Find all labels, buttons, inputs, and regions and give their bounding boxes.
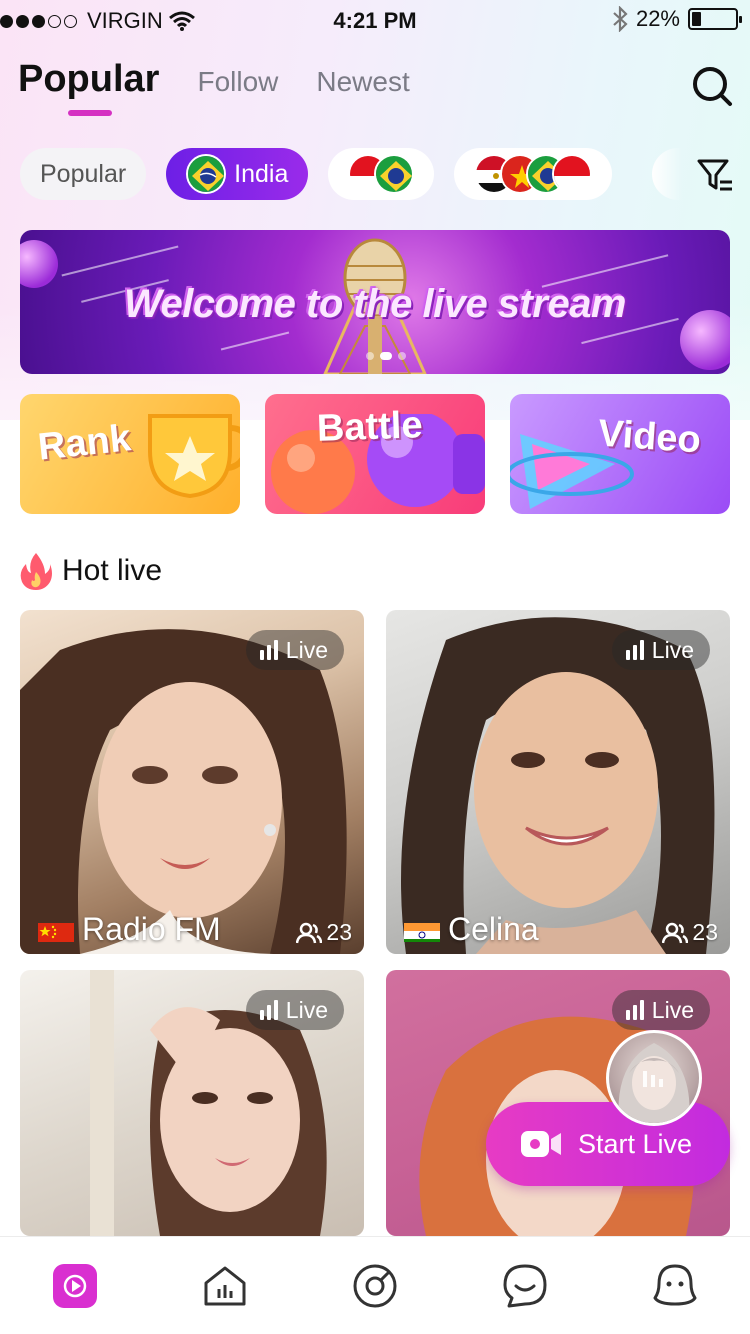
tab-follow[interactable]: Follow — [197, 66, 278, 101]
filter-icon — [697, 159, 732, 191]
filter-button[interactable] — [696, 156, 734, 194]
live-signal-icon — [259, 1000, 278, 1020]
country-filter-row: Popular India — [20, 148, 613, 200]
streamer-name: Radio FM — [82, 911, 221, 947]
viewer-count-value: 23 — [692, 919, 718, 945]
filter-chip-label: Popular — [40, 159, 127, 188]
rank-label: Rank — [36, 417, 133, 469]
discover-icon — [353, 1264, 397, 1307]
video-card[interactable]: Video — [510, 394, 730, 514]
nav-chat[interactable] — [495, 1256, 555, 1316]
nav-profile[interactable] — [645, 1256, 705, 1316]
users-icon — [662, 922, 689, 943]
tab-popular-label: Popular — [18, 58, 160, 100]
start-live-button[interactable]: Start Live — [486, 1102, 730, 1186]
floating-live-avatar[interactable] — [606, 1030, 702, 1126]
bottom-navigation — [0, 1236, 750, 1334]
filter-chip-label: India — [234, 159, 289, 188]
fire-icon — [20, 553, 52, 590]
battery-percent: 22% — [635, 6, 680, 31]
tab-popular[interactable]: Popular — [18, 58, 160, 116]
chat-icon — [503, 1264, 547, 1307]
tab-active-indicator — [68, 110, 112, 116]
home-icon — [204, 1266, 246, 1305]
bluetooth-icon — [613, 6, 628, 32]
card-caption: Radio FM — [38, 911, 221, 948]
live-card-celina[interactable]: Live Celina 23 — [386, 610, 730, 954]
play-icon — [53, 1263, 97, 1308]
live-badge: Live — [245, 990, 344, 1030]
viewer-count: 23 — [296, 919, 352, 946]
top-tabs: Popular Follow Newest — [18, 58, 410, 116]
tab-newest[interactable]: Newest — [316, 66, 409, 101]
filter-chip-group-1[interactable] — [328, 148, 435, 200]
live-badge-label: Live — [651, 636, 694, 663]
live-signal-icon — [625, 640, 644, 660]
battery-icon — [688, 8, 742, 30]
profile-icon — [653, 1264, 697, 1305]
live-badge: Live — [611, 990, 710, 1030]
live-signal-icon — [625, 1000, 644, 1020]
nav-live[interactable] — [45, 1256, 105, 1316]
indonesia-flag-icon — [552, 154, 593, 194]
live-badge-label: Live — [285, 996, 328, 1023]
promo-banner[interactable]: Welcome to the live stream — [20, 230, 730, 374]
battle-card[interactable]: Battle — [265, 394, 485, 514]
filter-chip-india[interactable]: India — [166, 148, 309, 200]
hot-live-header: Hot live — [20, 552, 162, 590]
india-flag-icon — [404, 918, 440, 942]
viewer-count-value: 23 — [326, 919, 352, 945]
live-badge: Live — [611, 630, 710, 670]
start-live-label: Start Live — [578, 1128, 693, 1159]
nav-home[interactable] — [195, 1256, 255, 1316]
status-right: 22% — [612, 6, 742, 32]
live-badge-label: Live — [651, 996, 694, 1023]
video-label: Video — [596, 412, 703, 462]
live-card-radio-fm[interactable]: Live Radio FM 23 — [20, 610, 364, 954]
china-flag-icon — [38, 918, 74, 942]
filter-chip-group-2[interactable] — [454, 148, 613, 200]
live-badge-label: Live — [285, 636, 328, 663]
battle-label: Battle — [316, 404, 424, 450]
search-icon — [693, 67, 732, 106]
banner-pager — [366, 352, 406, 360]
brazil-flag-icon — [186, 154, 227, 194]
card-caption: Celina — [404, 911, 539, 948]
live-badge: Live — [245, 630, 344, 670]
status-bar: VIRGIN 4:21 PM 22% — [0, 0, 750, 40]
streamer-name: Celina — [448, 911, 539, 947]
trophy-icon — [148, 414, 240, 499]
viewer-count: 23 — [662, 919, 718, 946]
avatar-portrait — [618, 1043, 690, 1123]
banner-title: Welcome to the live stream — [124, 282, 627, 326]
nav-discover[interactable] — [345, 1256, 405, 1316]
hot-live-title: Hot live — [62, 554, 163, 587]
search-button[interactable] — [690, 64, 734, 108]
live-signal-icon — [259, 640, 278, 660]
filter-chip-popular[interactable]: Popular — [20, 148, 147, 200]
brazil-flag-icon — [374, 154, 415, 194]
rank-card[interactable]: Rank — [20, 394, 240, 514]
live-card-3[interactable]: Live — [20, 970, 364, 1236]
users-icon — [296, 922, 323, 943]
video-camera-icon — [521, 1131, 561, 1157]
